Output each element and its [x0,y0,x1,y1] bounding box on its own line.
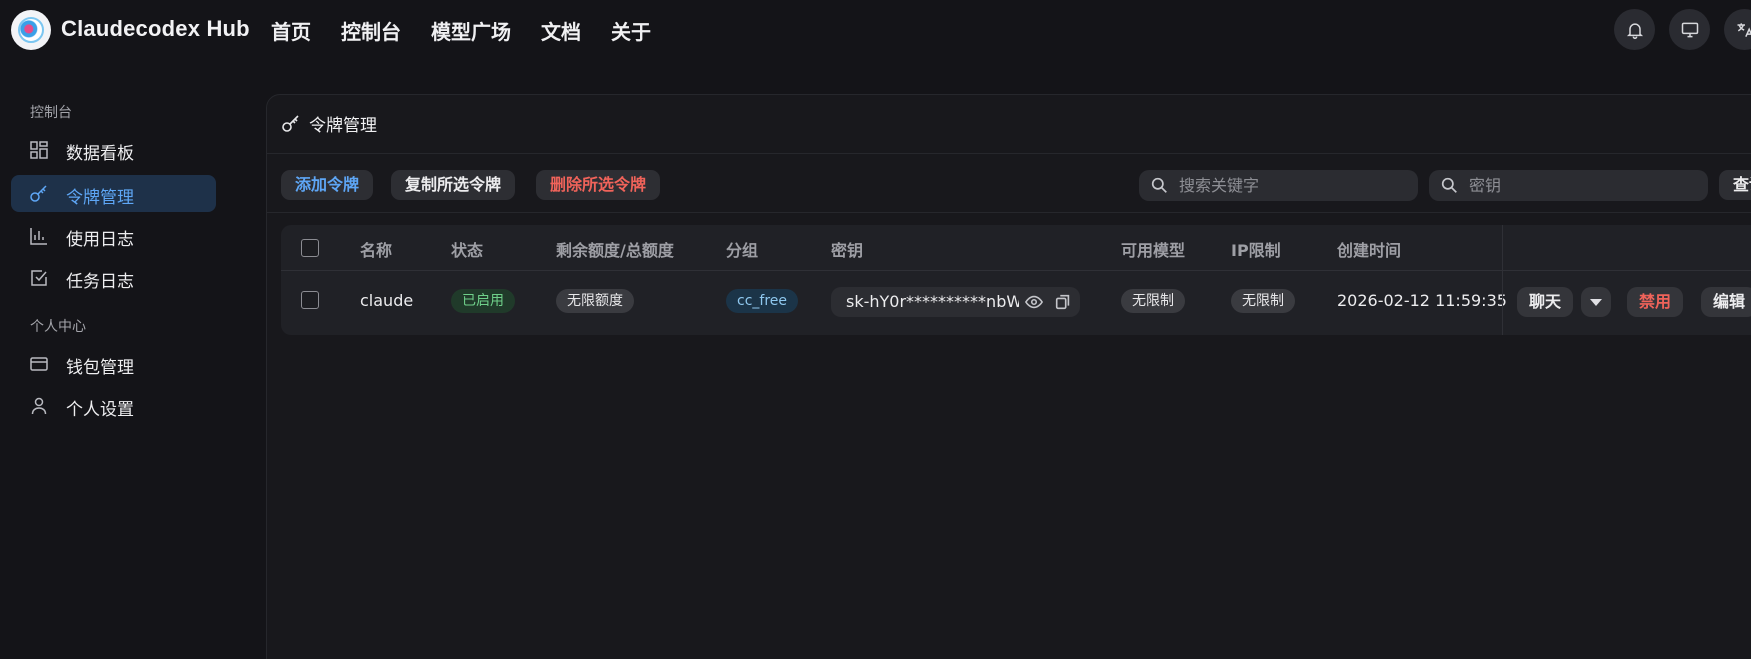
status-badge: 已启用 [451,289,515,313]
key-icon [282,114,299,132]
search-icon [1151,177,1167,193]
key-search-box [1429,170,1708,201]
more-actions-button[interactable] [1581,287,1611,317]
sidebar-item-usage-logs[interactable]: 使用日志 [11,217,216,254]
panel-title-text: 令牌管理 [309,116,377,136]
row-checkbox[interactable] [301,291,319,309]
table-header: 名称 状态 剩余额度/总额度 分组 密钥 可用模型 IP限制 创建时间 [281,225,1751,271]
wallet-icon [29,354,49,374]
column-header-status[interactable]: 状态 [451,237,483,261]
top-navigation-bar: Claudecodex Hub 首页 控制台 模型广场 文档 关于 [0,0,1751,60]
key-value: sk-hY0r**********nbWE [846,292,1019,311]
created-time: 2026-02-12 11:59:35 [1337,291,1507,310]
user-icon [29,396,49,416]
key-icon [29,184,49,204]
logo-mark-icon [18,17,44,43]
add-token-button[interactable]: 添加令牌 [281,170,374,200]
sidebar-item-wallet[interactable]: 钱包管理 [11,345,216,382]
sidebar-item-label: 使用日志 [66,230,134,250]
query-button[interactable]: 查询 [1719,170,1751,200]
quota-badge: 无限额度 [556,289,634,313]
monitor-icon [1681,22,1698,37]
notifications-button[interactable] [1614,9,1655,50]
divider [267,212,1751,213]
token-management-panel: 令牌管理 添加令牌 复制所选令牌 删除所选令牌 查询 名称 状态 剩余额度/总额… [266,94,1751,659]
column-header-key[interactable]: 密钥 [831,237,863,261]
theme-button[interactable] [1669,9,1710,50]
sidebar-item-label: 钱包管理 [66,358,134,378]
nav-console[interactable]: 控制台 [341,16,401,45]
column-header-group[interactable]: 分组 [726,237,758,261]
sidebar-section-console: 控制台 [30,105,72,121]
nav-home[interactable]: 首页 [271,16,311,45]
brand-name[interactable]: Claudecodex Hub [61,16,250,42]
sidebar-item-dashboard[interactable]: 数据看板 [11,131,216,168]
sidebar-item-settings[interactable]: 个人设置 [11,387,216,424]
sidebar-item-label: 令牌管理 [66,188,134,208]
chat-button[interactable]: 聊天 [1517,287,1574,317]
sidebar: 控制台 数据看板 令牌管理 使用日志 任务日志 个人中心 钱包管理 个人设置 [0,60,266,659]
panel-title: 令牌管理 [281,111,377,136]
token-table: 名称 状态 剩余额度/总额度 分组 密钥 可用模型 IP限制 创建时间 clau… [281,225,1751,335]
bar-chart-icon [29,226,49,246]
sidebar-item-tokens[interactable]: 令牌管理 [11,175,216,212]
group-badge: cc_free [726,289,798,313]
nav-model-square[interactable]: 模型广场 [431,16,511,45]
column-separator [1502,225,1503,335]
app-root: Claudecodex Hub 首页 控制台 模型广场 文档 关于 控制台 数据… [0,0,1751,659]
column-header-models[interactable]: 可用模型 [1121,237,1185,261]
top-actions [1614,9,1751,50]
column-header-quota[interactable]: 剩余额度/总额度 [556,237,674,261]
search-icon [1441,177,1457,193]
column-header-name[interactable]: 名称 [360,237,392,261]
copy-key-button[interactable] [1054,293,1072,311]
copy-selected-button[interactable]: 复制所选令牌 [391,170,516,200]
nav-docs[interactable]: 文档 [541,16,581,45]
sidebar-section-personal: 个人中心 [30,319,86,335]
main-nav: 首页 控制台 模型广场 文档 关于 [271,16,651,45]
table-row: claude 已启用 无限额度 cc_free sk-hY0r*********… [281,271,1751,335]
eye-icon [1024,295,1044,309]
copy-icon [1055,294,1070,310]
bell-icon [1626,22,1643,39]
nav-about[interactable]: 关于 [611,16,651,45]
models-badge: 无限制 [1121,289,1185,313]
edit-button[interactable]: 编辑 [1701,287,1751,317]
show-key-button[interactable] [1024,293,1044,311]
divider [267,153,1751,154]
language-button[interactable] [1724,9,1751,50]
sidebar-item-task-logs[interactable]: 任务日志 [11,259,216,296]
key-field: sk-hY0r**********nbWE [831,287,1080,317]
sidebar-item-label: 数据看板 [66,144,134,164]
key-search-input[interactable] [1469,173,1698,198]
keyword-search-box [1139,170,1418,201]
disable-button[interactable]: 禁用 [1627,287,1684,317]
keyword-search-input[interactable] [1179,173,1408,198]
ip-limit-badge: 无限制 [1231,289,1295,313]
select-all-checkbox[interactable] [301,239,319,257]
chevron-down-icon [1590,299,1602,306]
dashboard-icon [29,140,49,160]
sidebar-item-label: 任务日志 [66,272,134,292]
token-name: claude [360,291,414,310]
column-header-created[interactable]: 创建时间 [1337,237,1401,261]
sidebar-item-label: 个人设置 [66,400,134,420]
delete-selected-button[interactable]: 删除所选令牌 [536,170,661,200]
checklist-icon [29,268,49,288]
column-header-ip-limit[interactable]: IP限制 [1231,237,1281,261]
brand-logo[interactable] [11,10,51,50]
language-icon [1737,22,1751,37]
